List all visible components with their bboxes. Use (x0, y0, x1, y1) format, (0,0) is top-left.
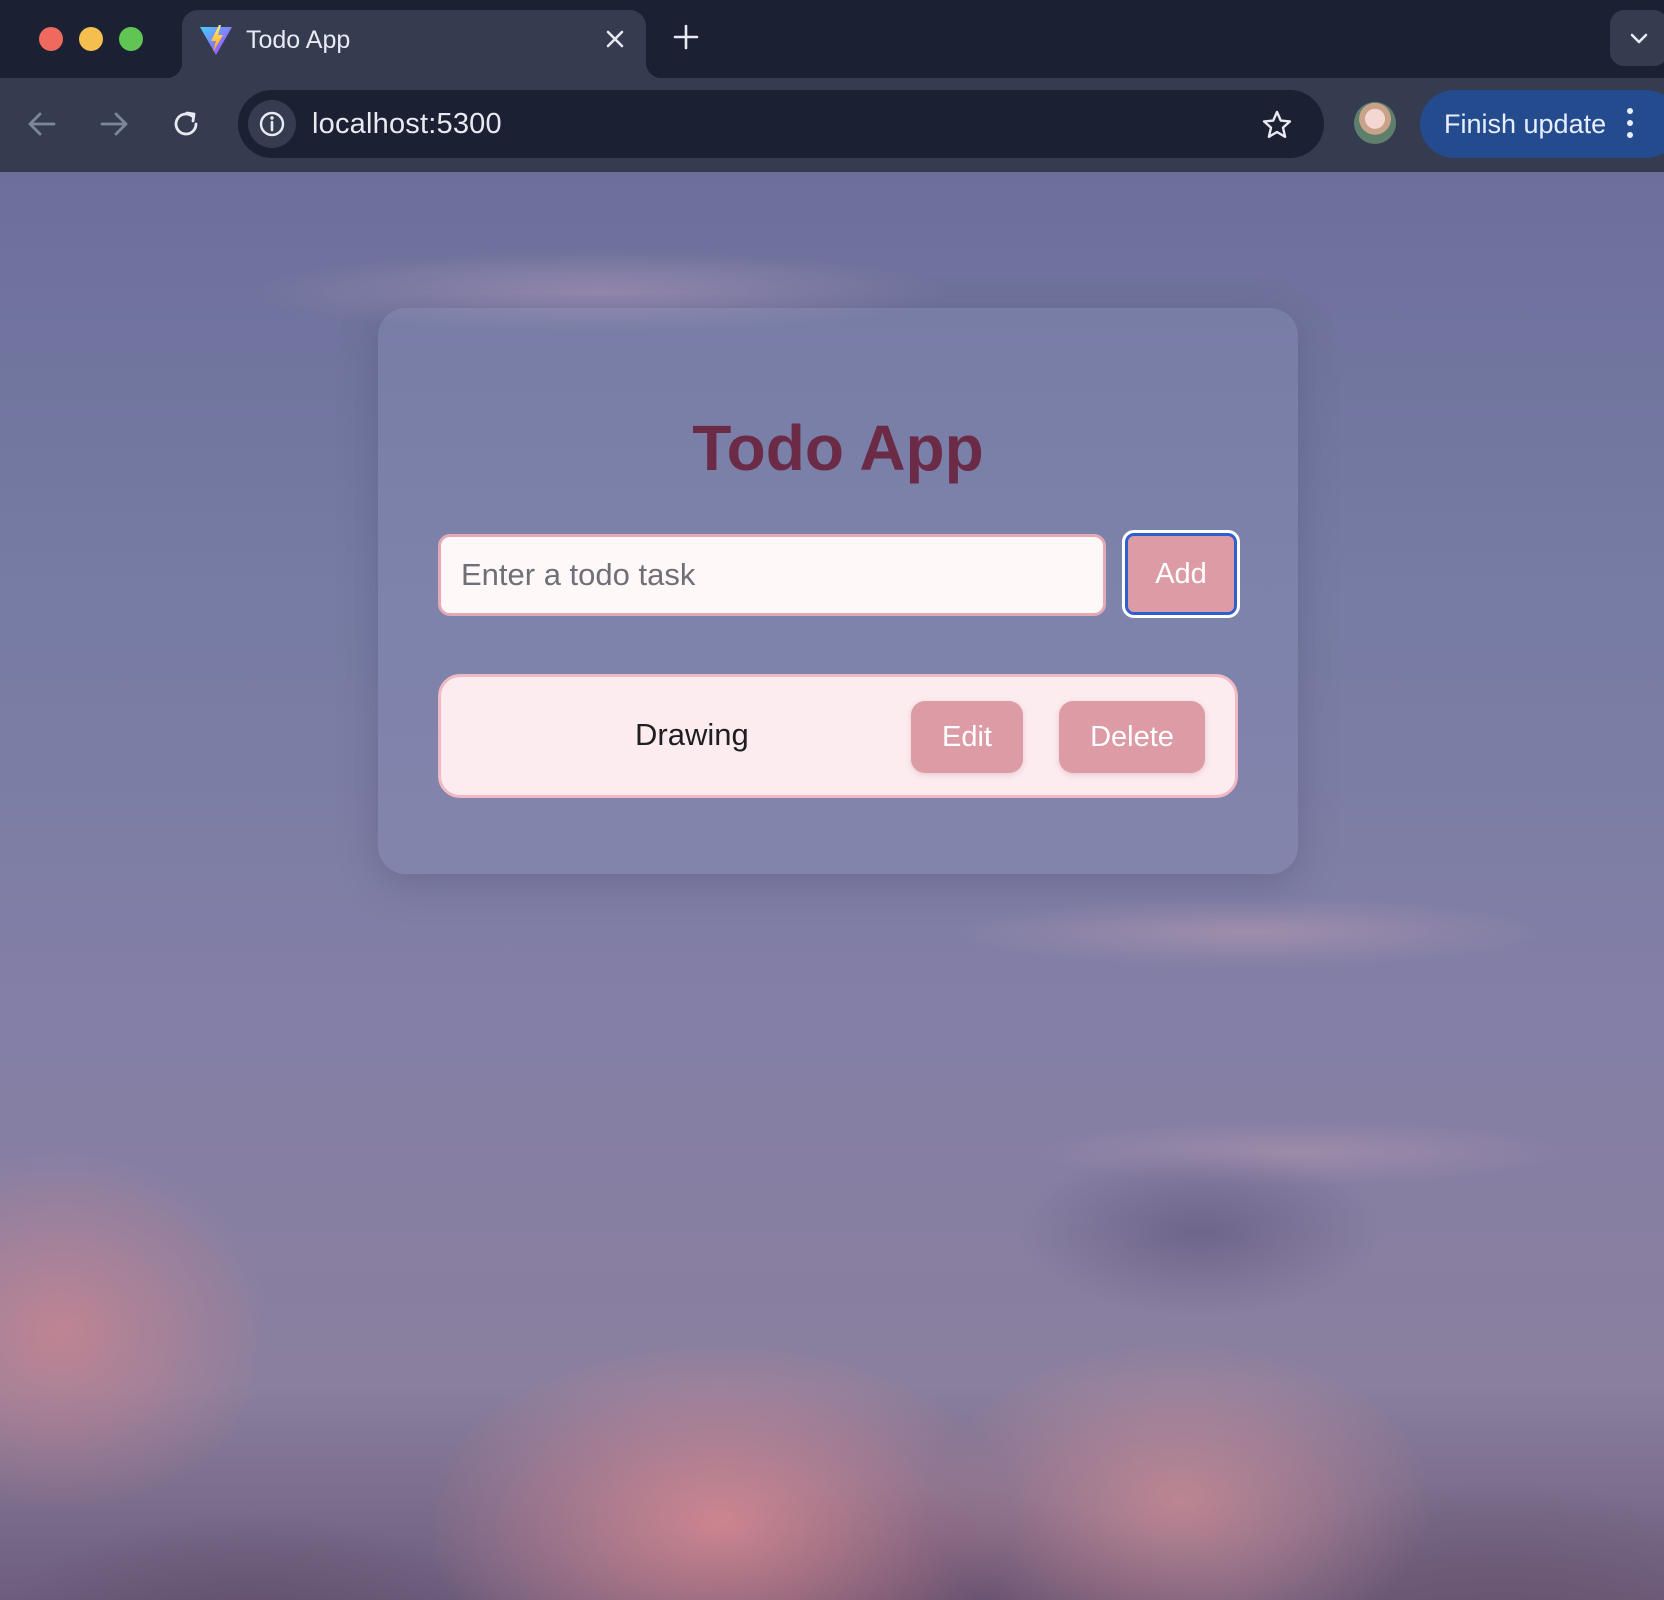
finish-update-label: Finish update (1444, 109, 1607, 139)
edit-button[interactable]: Edit (911, 701, 1023, 773)
site-info-button[interactable] (248, 100, 296, 148)
back-icon[interactable] (22, 104, 62, 144)
close-window-button[interactable] (39, 27, 63, 51)
browser-tab[interactable]: Todo App (166, 10, 662, 78)
tab-strip: Todo App (0, 0, 1664, 78)
close-icon[interactable] (600, 24, 630, 54)
profile-avatar[interactable] (1354, 102, 1396, 144)
finish-update-button[interactable]: Finish update (1420, 90, 1664, 158)
bookmark-star-icon[interactable] (1260, 108, 1294, 142)
browser-toolbar: localhost:5300 Finish update (0, 78, 1664, 172)
info-icon (259, 111, 285, 137)
address-bar[interactable]: localhost:5300 (238, 90, 1324, 158)
more-menu-icon[interactable] (1625, 108, 1635, 140)
new-tab-icon[interactable] (670, 20, 702, 54)
todo-text: Drawing (635, 717, 749, 752)
zoom-window-button[interactable] (119, 27, 143, 51)
url-text[interactable]: localhost:5300 (312, 106, 502, 142)
tab-title: Todo App (246, 26, 351, 54)
forward-icon[interactable] (94, 104, 134, 144)
chevron-down-icon (1630, 33, 1648, 44)
todo-input[interactable] (438, 534, 1106, 616)
todo-list-item: Drawing Edit Delete (438, 674, 1238, 798)
app-title: Todo App (692, 412, 984, 484)
delete-button[interactable]: Delete (1059, 701, 1205, 773)
add-button[interactable]: Add (1122, 530, 1240, 618)
reload-icon[interactable] (166, 104, 206, 144)
todo-card: Todo App Add Drawing Edit Delete (378, 308, 1298, 874)
tab-search-button[interactable] (1610, 10, 1664, 66)
minimize-window-button[interactable] (79, 27, 103, 51)
vite-icon (200, 25, 232, 55)
page-viewport: Todo App Add Drawing Edit Delete (0, 172, 1664, 1600)
